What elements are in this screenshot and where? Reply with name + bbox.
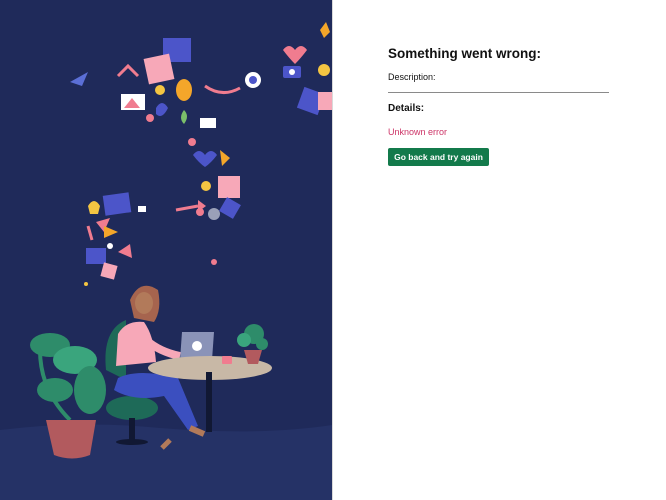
error-title: Something went wrong: bbox=[388, 46, 541, 61]
error-illustration bbox=[0, 0, 332, 500]
description-label: Description: bbox=[388, 72, 436, 82]
woman-at-laptop-illustration bbox=[0, 22, 332, 500]
description-input[interactable] bbox=[388, 84, 609, 93]
error-message: Unknown error bbox=[388, 127, 448, 137]
details-label: Details: bbox=[388, 103, 425, 114]
go-back-button[interactable]: Go back and try again bbox=[388, 148, 489, 166]
panel-divider bbox=[332, 0, 333, 500]
